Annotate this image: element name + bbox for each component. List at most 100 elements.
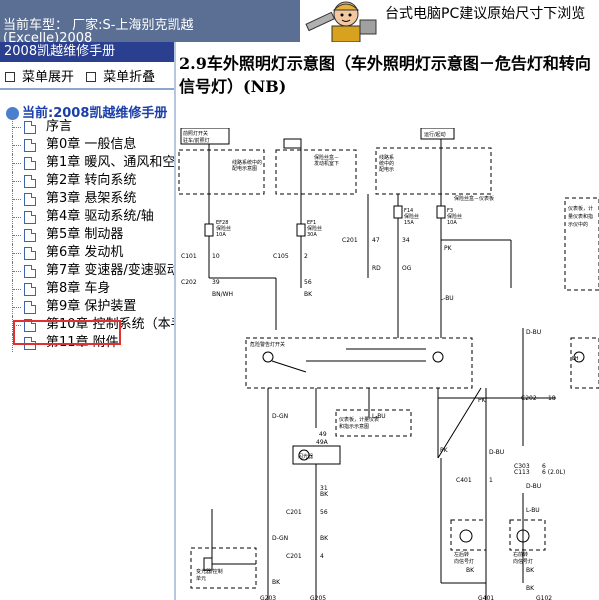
tree-item[interactable]: 第1章 暖风、通风和空调 <box>12 154 174 172</box>
svg-text:向信号灯: 向信号灯 <box>513 558 533 565</box>
collapse-icon <box>86 71 97 82</box>
svg-text:C113: C113 <box>514 469 530 476</box>
svg-text:和指示示意图: 和指示示意图 <box>339 423 369 430</box>
document-icon <box>24 247 36 260</box>
svg-text:PK: PK <box>444 245 453 252</box>
document-icon <box>24 175 36 188</box>
tree-item-label: 序言 <box>46 119 73 134</box>
wiring-diagram: 前照灯开关 驻车/前照灯 运行/起动 线路系统中的配电示意图 EF28保险丝10… <box>178 128 599 600</box>
sidebar: 2008凯越维修手册 菜单展开 菜单折叠 当前:2008凯越维修手册 序言 第0章… <box>0 42 176 600</box>
document-icon <box>24 301 36 314</box>
document-icon <box>24 229 36 242</box>
document-icon <box>24 139 36 152</box>
svg-text:保险丝: 保险丝 <box>447 213 462 220</box>
svg-text:仪表板，计: 仪表板，计 <box>568 205 593 212</box>
tree-item-label: 第3章 悬架系统 <box>46 191 137 206</box>
svg-text:L-BU: L-BU <box>372 413 386 420</box>
svg-text:OG: OG <box>402 265 412 272</box>
tree-connector <box>12 244 23 262</box>
svg-text:右前转: 右前转 <box>513 551 528 558</box>
tree-item[interactable]: 第9章 保护装置 <box>12 298 174 316</box>
tree-connector <box>12 154 23 172</box>
tree-item[interactable]: 第0章 一般信息 <box>12 136 174 154</box>
svg-text:C201: C201 <box>286 553 302 560</box>
content-pane: 2.9车外照明灯示意图（车外照明灯示意图－危告灯和转向信号灯）(NB) 前照灯开… <box>176 42 599 600</box>
svg-text:C201: C201 <box>342 237 358 244</box>
svg-text:39: 39 <box>212 279 220 286</box>
chapter-tree: 序言第0章 一般信息第1章 暖风、通风和空调第2章 转向系统第3章 悬架系统第4… <box>12 118 174 352</box>
svg-text:G203: G203 <box>260 595 276 600</box>
svg-text:6 (2.0L): 6 (2.0L) <box>542 469 565 476</box>
svg-text:C201: C201 <box>286 509 302 516</box>
svg-text:G102: G102 <box>536 595 552 600</box>
svg-text:49: 49 <box>319 431 327 438</box>
svg-text:BK: BK <box>526 567 535 574</box>
svg-text:BK: BK <box>304 291 313 298</box>
menu-actions: 菜单展开 菜单折叠 <box>5 66 163 85</box>
tree-item-label: 第2章 转向系统 <box>46 173 137 188</box>
svg-text:RD: RD <box>372 265 381 272</box>
tree-connector <box>12 262 23 280</box>
browse-tip: 台式电脑PC建议原始尺寸下浏览 <box>385 6 586 22</box>
tree-item[interactable]: 第4章 驱动系统/轴 <box>12 208 174 226</box>
tree-connector <box>12 280 23 298</box>
svg-text:保险丝: 保险丝 <box>216 225 231 232</box>
svg-text:47: 47 <box>372 237 380 244</box>
svg-text:BK: BK <box>272 579 281 586</box>
tree-connector <box>12 136 23 154</box>
tree-connector <box>12 226 23 244</box>
svg-text:10: 10 <box>212 253 220 260</box>
svg-text:线路系统中的: 线路系统中的 <box>232 159 262 166</box>
tree-item[interactable]: 第2章 转向系统 <box>12 172 174 190</box>
svg-text:保险丝: 保险丝 <box>404 213 419 220</box>
tree-item[interactable]: 第7章 变速器/变速驱动桥 <box>12 262 174 280</box>
svg-text:向信号灯: 向信号灯 <box>454 558 474 565</box>
svg-text:D-GN: D-GN <box>272 413 288 420</box>
document-icon <box>24 121 36 134</box>
svg-text:30A: 30A <box>307 232 317 238</box>
collapse-menu-button[interactable]: 菜单折叠 <box>86 70 155 85</box>
mechanic-mascot-icon <box>305 1 377 42</box>
tree-item[interactable]: 第8章 车身 <box>12 280 174 298</box>
svg-text:BK: BK <box>526 585 535 592</box>
svg-text:56: 56 <box>320 509 328 516</box>
tree-item-label: 第9章 保护装置 <box>46 299 137 314</box>
current-vehicle-model: (Excelle)2008 <box>3 31 93 42</box>
svg-text:34: 34 <box>402 237 410 244</box>
svg-text:BK: BK <box>320 535 329 542</box>
tree-item[interactable]: 第5章 制动器 <box>12 226 174 244</box>
tree-item[interactable]: 序言 <box>12 118 174 136</box>
expand-menu-button[interactable]: 菜单展开 <box>5 70 74 85</box>
tree-connector <box>12 118 23 136</box>
svg-text:L-BU: L-BU <box>440 295 454 302</box>
tree-item[interactable]: 第3章 悬架系统 <box>12 190 174 208</box>
document-icon <box>24 193 36 206</box>
svg-text:56: 56 <box>304 279 312 286</box>
divider <box>0 88 174 90</box>
svg-text:量仪表和指: 量仪表和指 <box>568 213 593 220</box>
document-icon <box>24 283 36 296</box>
svg-text:驻车/前照灯: 驻车/前照灯 <box>183 137 210 144</box>
banner: 台式电脑PC建议原始尺寸下浏览 <box>300 0 599 42</box>
svg-text:BK: BK <box>466 567 475 574</box>
svg-text:PK: PK <box>440 447 449 454</box>
tree-item-label: 第0章 一般信息 <box>46 137 137 152</box>
tree-item-label: 第8章 车身 <box>46 281 111 296</box>
svg-text:配电示意图: 配电示意图 <box>232 165 257 172</box>
document-icon <box>24 157 36 170</box>
svg-text:49A: 49A <box>316 439 329 446</box>
collapse-menu-label: 菜单折叠 <box>103 70 156 85</box>
svg-text:D-BU: D-BU <box>526 483 541 490</box>
svg-text:2: 2 <box>304 253 308 260</box>
manual-title[interactable]: 2008凯越维修手册 <box>0 42 174 62</box>
svg-text:变光器/控制: 变光器/控制 <box>196 568 223 575</box>
tree-item-label: 第5章 制动器 <box>46 227 124 242</box>
svg-text:G205: G205 <box>310 595 326 600</box>
svg-text:D-BU: D-BU <box>526 329 541 336</box>
svg-text:保险丝: 保险丝 <box>307 225 322 232</box>
svg-text:示仪中的: 示仪中的 <box>568 221 588 228</box>
svg-text:C401: C401 <box>456 477 472 484</box>
tree-item[interactable]: 第6章 发动机 <box>12 244 174 262</box>
svg-text:18: 18 <box>548 395 556 402</box>
tree-item-label: 第6章 发动机 <box>46 245 124 260</box>
